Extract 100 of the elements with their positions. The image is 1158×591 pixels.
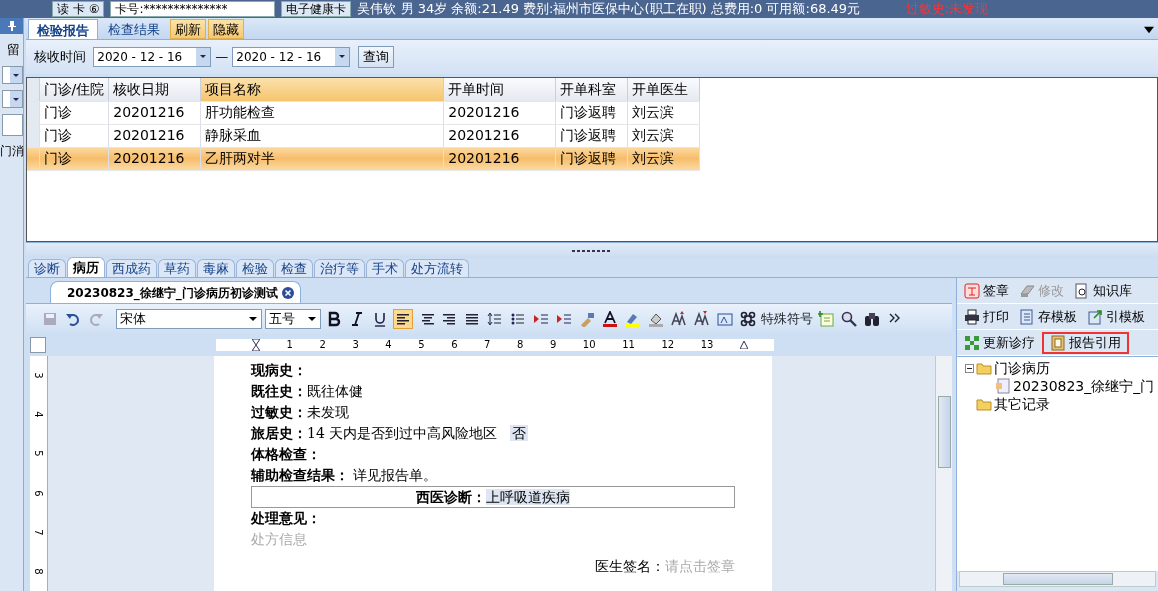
signature-label: 医生签名： (595, 558, 665, 574)
ruler-number: 4 (385, 340, 392, 350)
column-header[interactable]: 开单科室 (555, 78, 628, 101)
field-label: 现病史： (251, 362, 307, 378)
close-icon[interactable] (281, 286, 294, 299)
field-value: 未发现 (307, 404, 349, 420)
module-tab[interactable]: 治疗等 (314, 259, 365, 277)
ruler-number: 12 (661, 340, 675, 350)
table-cell: 乙肝两对半 (200, 147, 444, 170)
panel-button[interactable]: 隐藏 (208, 19, 244, 39)
input-field[interactable] (2, 113, 23, 136)
table-cell: 门诊 (39, 124, 109, 147)
tab-stop-selector[interactable] (30, 337, 46, 353)
field-label: 体格检查： (251, 446, 321, 462)
table-row[interactable]: 门诊 20201216 乙肝两对半 20201216 门诊返聘 刘云滨 (27, 147, 700, 170)
splitter-grip-icon[interactable] (572, 248, 612, 253)
font-size-select[interactable]: 五号 (264, 309, 321, 329)
answer-value[interactable]: 否 (510, 425, 529, 441)
indent-marker-icon[interactable] (252, 339, 260, 351)
document-icon (995, 378, 1011, 394)
table-cell: 20201216 (443, 147, 556, 170)
module-tab[interactable]: 草药 (158, 259, 196, 277)
module-tab[interactable]: 病历 (67, 257, 105, 277)
load-template-icon (1087, 308, 1103, 325)
special-symbols-button[interactable]: 特殊符号 (760, 309, 813, 329)
scrollbar-thumb[interactable] (937, 396, 951, 468)
query-button[interactable]: 查询 (358, 46, 395, 68)
column-header[interactable]: 开单时间 (443, 78, 556, 101)
panel-button[interactable]: 刷新 (170, 19, 206, 39)
report-icon (1050, 334, 1066, 351)
save-template-icon (1019, 308, 1035, 325)
module-tab[interactable]: 西成药 (106, 259, 157, 277)
ruler-number: 13 (700, 340, 714, 350)
module-tab[interactable]: 毒麻 (197, 259, 235, 277)
horizontal-scrollbar[interactable] (959, 571, 1156, 587)
module-tab[interactable]: 检查 (275, 259, 313, 277)
collapse-icon[interactable] (965, 363, 974, 373)
date-field[interactable]: 2020 - 12 - 16 (93, 47, 212, 67)
column-header[interactable]: 开单医生 (627, 78, 700, 101)
ruler-number: 3 (352, 340, 359, 350)
dropdown-field[interactable] (2, 89, 23, 108)
column-header[interactable]: 核收日期 (108, 78, 201, 101)
panel-button[interactable]: 知识库 (1071, 279, 1135, 302)
report-tab[interactable]: 检查结果 (100, 19, 168, 39)
panel-button[interactable]: 存模板 (1016, 305, 1080, 328)
report-tab[interactable]: 检验报告 (28, 19, 98, 39)
table-cell: 20201216 (108, 124, 201, 147)
ruler-number: 2 (319, 340, 326, 350)
dropdown-icon[interactable] (1144, 26, 1154, 32)
side-label: 留 (5, 41, 21, 59)
printer-icon (964, 308, 980, 325)
column-header[interactable]: 门诊/住院 (39, 78, 109, 101)
ruler-number: 8 (517, 340, 524, 350)
table-cell: 静脉采血 (200, 124, 444, 147)
date-separator: — (215, 48, 229, 67)
module-tab[interactable]: 手术 (366, 259, 404, 277)
panel-button[interactable]: 签章 (961, 279, 1012, 302)
field-value: 详见报告单。 (352, 467, 438, 483)
panel-button[interactable]: 报告引用 (1042, 331, 1129, 354)
ruler-number: 4 (32, 411, 45, 418)
ruler-number: 3 (32, 372, 45, 379)
table-row[interactable]: 门诊 20201216 肝功能检查 20201216 门诊返聘 刘云滨 (27, 101, 700, 124)
module-tab[interactable]: 诊断 (28, 259, 66, 277)
panel-button[interactable]: 打印 (961, 305, 1012, 328)
date-field[interactable]: 2020 - 12 - 16 (232, 47, 351, 67)
card-number-field[interactable]: 卡号:************** (110, 1, 276, 17)
refresh-grid-icon (964, 334, 980, 351)
ruler-number: 7 (484, 340, 491, 350)
dropdown-field[interactable] (2, 65, 23, 84)
module-tab[interactable]: 处方流转 (405, 259, 469, 277)
eraser-icon (1019, 282, 1035, 299)
ruler-number: 1 (286, 340, 293, 350)
column-header[interactable]: 项目名称 (200, 78, 444, 101)
placeholder-text: 处方信息 (251, 531, 307, 547)
font-select[interactable]: 宋体 (115, 309, 262, 329)
module-tab[interactable]: 检验 (236, 259, 274, 277)
filter-label: 核收时间 (34, 48, 86, 67)
read-card-button[interactable]: 读 卡 ⑥ (52, 1, 105, 17)
panel-button[interactable]: 更新诊疗 (961, 331, 1038, 354)
field-label: 辅助检查结果： (251, 467, 349, 483)
vertical-scrollbar[interactable] (935, 356, 952, 591)
field-value: 上呼吸道疾病 (486, 489, 570, 505)
table-cell: 门诊返聘 (555, 124, 628, 147)
table-cell: 肝功能检查 (200, 101, 444, 124)
scrollbar-thumb[interactable] (1002, 573, 1113, 585)
pin-icon[interactable] (7, 21, 16, 31)
indent-marker-icon[interactable] (739, 341, 748, 349)
align-left-icon[interactable] (392, 309, 413, 329)
table-cell: 20201216 (108, 101, 201, 124)
ruler-number: 5 (418, 340, 425, 350)
table-cell: 刘云滨 (627, 124, 700, 147)
health-card-button[interactable]: 电子健康卡 (281, 1, 352, 17)
ruler-number: 6 (32, 489, 45, 497)
field-label: 既往史： (251, 383, 307, 399)
allergy-info: 过敏史:未发现 (906, 0, 989, 18)
table-row[interactable]: 门诊 20201216 静脉采血 20201216 门诊返聘 刘云滨 (27, 124, 700, 147)
table-cell: 门诊返聘 (555, 101, 628, 124)
panel-button[interactable]: 引模板 (1084, 305, 1148, 328)
table-cell: 门诊 (39, 101, 109, 124)
document-tab[interactable]: 20230823_徐继宁_门诊病历初诊测试 (50, 281, 301, 303)
